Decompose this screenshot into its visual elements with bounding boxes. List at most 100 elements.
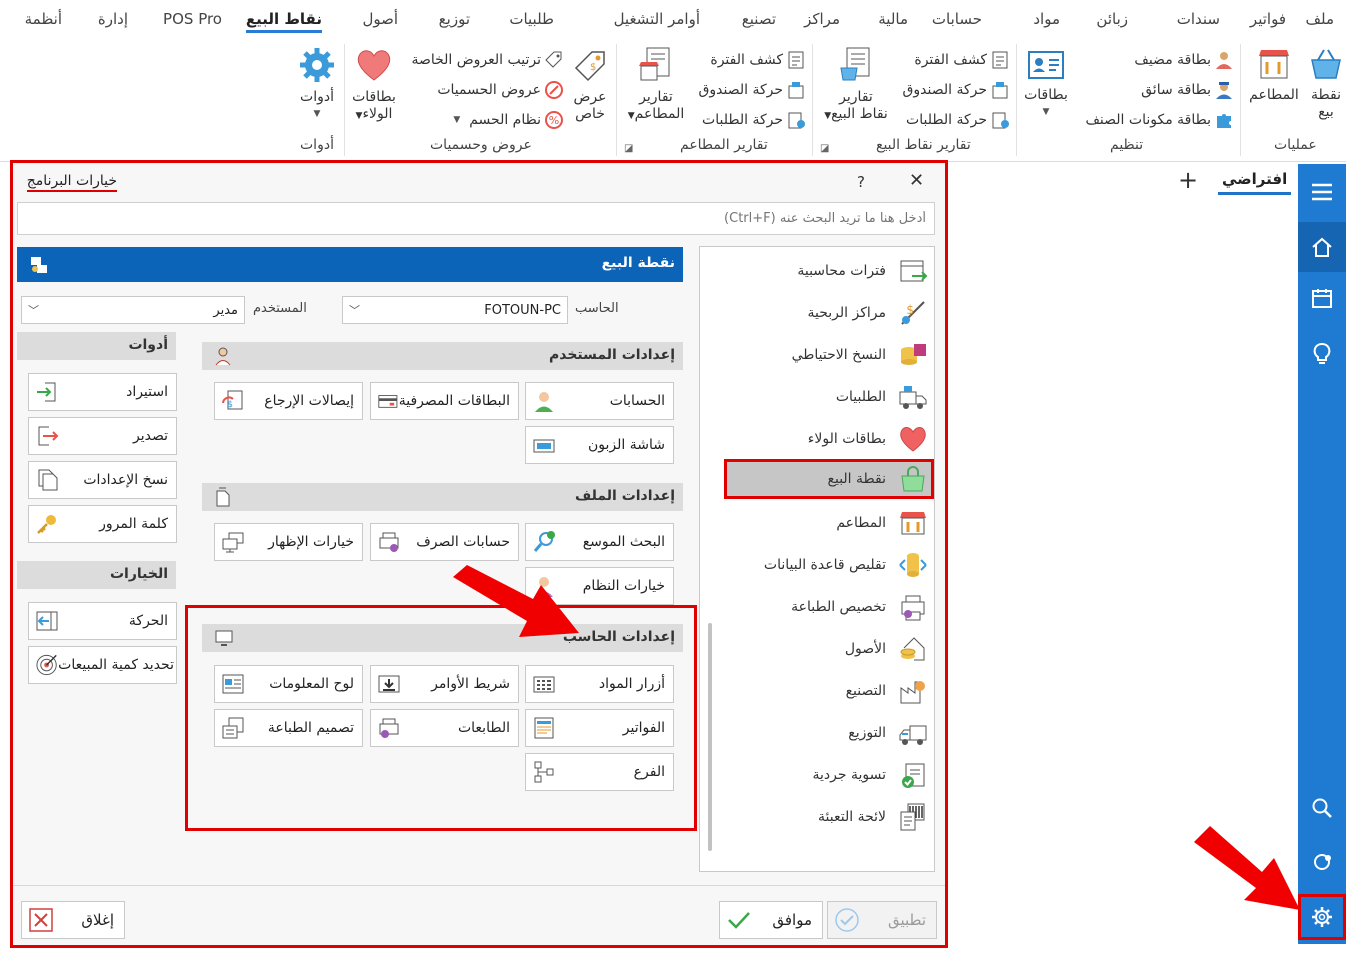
category-assets[interactable]: الأصول [720,629,928,669]
movement-icon [36,611,58,631]
dialog-title-bar: خيارات البرنامج ? ✕ [13,169,945,195]
category-profit-centers[interactable]: $ مراكز الربحية [720,293,928,333]
shopping-bag-icon [901,466,925,492]
user-accounts-button[interactable]: الحسابات [525,382,674,420]
menu-tab-assets[interactable]: أصول [362,10,398,28]
computer-select[interactable]: FOTOUN-PC ﹀ [342,296,568,324]
password-button[interactable]: كلمة المرور [28,505,177,543]
dialog-launcher-icon[interactable]: ◪ [820,143,829,154]
rest-reports-ribbon-button[interactable]: تقارير ▼المطاعم [622,46,690,125]
import-button[interactable]: استيراد [28,373,177,411]
discount-offers-button[interactable]: عروض الحسميات [437,80,564,100]
menu-tab-pos[interactable]: نقاط البيع [245,10,322,33]
menu-tab-customers[interactable]: زبائن [1096,10,1128,28]
category-packing-list[interactable]: لائحة التعبئة [720,797,928,837]
export-button[interactable]: تصدير [28,417,177,455]
pos-period-statement-button[interactable]: كشف الفترة [914,50,1010,70]
user-settings-title: إعدادات المستخدم [548,347,675,363]
bank-cards-button[interactable]: البطاقات المصرفية [370,382,519,420]
item-components-button[interactable]: بطاقة مكونات الصنف [1085,110,1234,130]
loyalty-cards-ribbon-button[interactable]: بطاقات ▼الولاء [348,46,400,125]
pos-cash-movement-button[interactable]: حركة الصندوق [903,80,1011,100]
category-distribution[interactable]: التوزيع [720,713,928,753]
driver-card-button[interactable]: بطاقة سائق [1141,80,1234,100]
category-print-customization[interactable]: تخصيص الطباعة [720,587,928,627]
category-manufacturing[interactable]: التصنيع [720,671,928,711]
settings-button[interactable] [1298,894,1346,940]
tools-ribbon-button[interactable]: أدوات ▼ [294,46,340,123]
apply-button[interactable]: تطبيق [827,901,937,939]
menu-tab-centers[interactable]: مراكز [804,10,840,28]
category-accounting-periods[interactable]: فترات محاسبية [720,251,928,291]
category-inventory-adjustment[interactable]: تسوية جردية [720,755,928,795]
host-card-button[interactable]: بطاقة مضيف [1134,50,1234,70]
display-options-button[interactable]: خيارات الإظهار [214,523,363,561]
menu-tab-finance[interactable]: مالية [878,10,908,28]
rest-cash-movement-button[interactable]: حركة الصندوق [699,80,807,100]
packing-list-icon [900,803,925,831]
assets-icon [900,637,925,661]
orders-report-icon [992,112,1009,129]
menu-tab-orders[interactable]: طلبيات [509,10,554,28]
close-icon[interactable]: ✕ [909,170,924,191]
menu-tab-manufacturing[interactable]: تصنيع [742,10,776,28]
sales-quantity-button[interactable]: تحديد كمية المبيعات [28,646,177,684]
special-offers-order-button[interactable]: ترتيب العروض الخاصة [411,50,564,70]
dialog-launcher-icon[interactable]: ◪ [624,143,633,154]
menu-tab-materials[interactable]: مواد [1033,10,1060,28]
menu-tab-pos-pro[interactable]: POS Pro [163,10,222,28]
menu-tab-distribution[interactable]: توزيع [439,10,470,28]
category-scrollbar[interactable] [708,623,712,851]
display-windows-icon [222,532,244,553]
category-restaurants[interactable]: المطاعم [720,503,928,543]
search-button[interactable] [1298,786,1346,830]
menu-tab-systems[interactable]: أنظمة [25,10,62,28]
pos-ribbon-button[interactable]: نقطة بيع [1306,46,1346,121]
category-backup[interactable]: النسخ الاحتياطي [720,335,928,375]
rest-orders-movement-button[interactable]: حركة الطلبات [702,110,806,130]
category-orders[interactable]: الطلبيات [720,377,928,417]
close-button[interactable]: إغلاق [21,901,125,939]
puzzle-icon [1217,114,1231,128]
return-receipts-button[interactable]: إيصالات الإرجاع $ [214,382,363,420]
return-receipt-icon: $ [222,390,243,410]
category-shrink-database[interactable]: تقليص قاعدة البيانات [720,545,928,585]
pos-orders-movement-button[interactable]: حركة الطلبات [906,110,1010,130]
restaurants-ribbon-button[interactable]: المطاعم [1246,46,1302,104]
calendar-button[interactable] [1298,276,1346,320]
add-tab-button[interactable]: + [1178,166,1198,194]
menu-tab-admin[interactable]: إدارة [98,10,128,28]
category-loyalty-cards[interactable]: بطاقات الولاء [720,419,928,459]
exchange-accounts-button[interactable]: حسابات الصرف [370,523,519,561]
menu-tab-work-orders[interactable]: أوامر التشغيل [614,10,700,28]
movement-button[interactable]: الحركة [28,602,177,640]
printer-gear-icon [379,532,399,552]
category-pos[interactable]: نقطة البيع [724,459,934,499]
tips-button[interactable] [1298,332,1346,376]
menu-tab-accounts[interactable]: حسابات [932,10,982,28]
menu-tab-vouchers[interactable]: سندات [1177,10,1220,28]
share-button[interactable] [1298,840,1346,884]
home-button[interactable] [1298,222,1346,272]
ok-button[interactable]: موافق [719,901,823,939]
rest-period-statement-button[interactable]: كشف الفترة [710,50,806,70]
loyalty-cards-ribbon-label: بطاقات ▼الولاء [352,89,396,122]
menu-tab-invoices[interactable]: فواتير [1250,10,1286,28]
special-offer-ribbon-button[interactable]: $ عرض خاص [566,46,614,123]
hamburger-menu-button[interactable] [1298,170,1346,214]
heart-icon [357,50,391,81]
help-button[interactable]: ? [857,173,865,191]
extended-search-button[interactable]: البحث الموسع [525,523,674,561]
pos-reports-ribbon-button[interactable]: تقارير ▼نقاط البيع [818,46,894,125]
cards-ribbon-button[interactable]: بطاقات ▼ [1020,48,1072,121]
copy-settings-button[interactable]: نسخ الإعدادات [28,461,177,499]
user-select[interactable]: مدير ﹀ [21,296,245,324]
tab-default[interactable]: افتراضي [1218,168,1292,195]
options-search-input[interactable] [18,203,934,234]
discount-system-button[interactable]: % نظام الحسم ▼ [453,110,564,130]
customer-display-button[interactable]: شاشة الزبون [525,426,674,464]
ribbon-menu-bar: ملف فواتير سندات زبائن مواد حسابات مالية… [0,0,1346,40]
menu-tab-file[interactable]: ملف [1305,10,1334,28]
item-components-label: بطاقة مكونات الصنف [1085,112,1211,128]
search-icon [1312,798,1332,818]
